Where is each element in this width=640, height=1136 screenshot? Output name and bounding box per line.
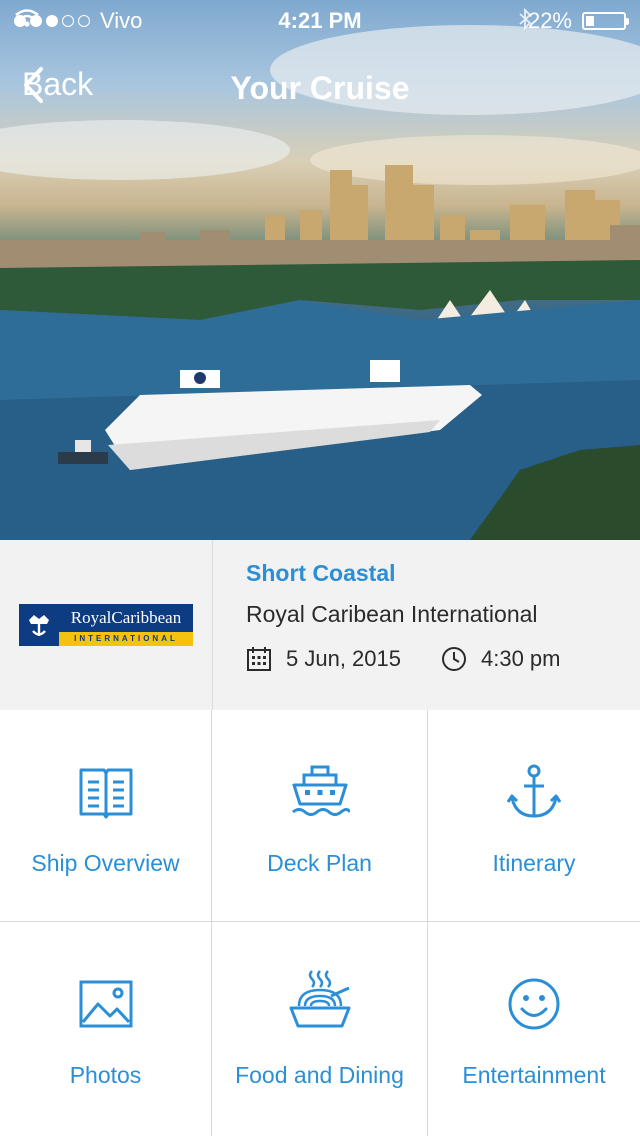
menu-ship-overview[interactable]: Ship Overview <box>0 710 212 922</box>
battery-percent: 22% <box>527 8 572 33</box>
calendar-icon <box>246 646 272 672</box>
ship-icon <box>212 764 427 820</box>
food-bowl-icon <box>212 968 427 1034</box>
royal-caribbean-logo: RoyalCaribbean INTERNATIONAL <box>19 604 193 646</box>
cruise-date: 5 Jun, 2015 <box>286 646 401 671</box>
menu-entertainment[interactable]: Entertainment <box>428 922 640 1136</box>
menu-label: Deck Plan <box>267 850 372 876</box>
smiley-icon <box>428 976 640 1032</box>
logo-brand-text: RoyalCaribbean <box>70 608 182 627</box>
cruise-info: RoyalCaribbean INTERNATIONAL Short Coast… <box>0 540 640 710</box>
menu-grid: Ship Overview Deck Plan Itinerary Photos… <box>0 710 640 1136</box>
menu-label: Ship Overview <box>31 850 180 876</box>
battery-level <box>586 16 594 26</box>
logo-cell: RoyalCaribbean INTERNATIONAL <box>0 540 213 710</box>
nav-bar: Back Your Cruise <box>0 56 640 116</box>
cruise-details: Short Coastal Royal Caribean Internation… <box>246 560 560 672</box>
logo-subtext: INTERNATIONAL <box>59 632 193 646</box>
menu-food-and-dining[interactable]: Food and Dining <box>212 922 428 1136</box>
photo-icon <box>0 976 211 1032</box>
cruise-line: Royal Caribean International <box>246 601 538 627</box>
hero-image: Vivo 4:21 PM 22% Back Your Cruise <box>0 0 640 540</box>
cruise-time: 4:30 pm <box>480 646 561 671</box>
menu-deck-plan[interactable]: Deck Plan <box>212 710 428 922</box>
cruise-type: Short Coastal <box>246 560 396 586</box>
menu-label: Food and Dining <box>235 1062 404 1088</box>
menu-label: Entertainment <box>462 1062 606 1088</box>
clock-icon <box>441 646 467 672</box>
crown-anchor-icon <box>19 604 59 646</box>
page-title: Your Cruise <box>230 70 410 106</box>
battery-icon <box>582 12 629 30</box>
status-bar: Vivo 4:21 PM 22% <box>0 0 640 40</box>
menu-label: Photos <box>69 1062 142 1088</box>
menu-itinerary[interactable]: Itinerary <box>428 710 640 922</box>
menu-photos[interactable]: Photos <box>0 922 212 1136</box>
book-icon <box>0 764 211 820</box>
menu-label: Itinerary <box>492 850 576 876</box>
anchor-icon <box>428 764 640 820</box>
